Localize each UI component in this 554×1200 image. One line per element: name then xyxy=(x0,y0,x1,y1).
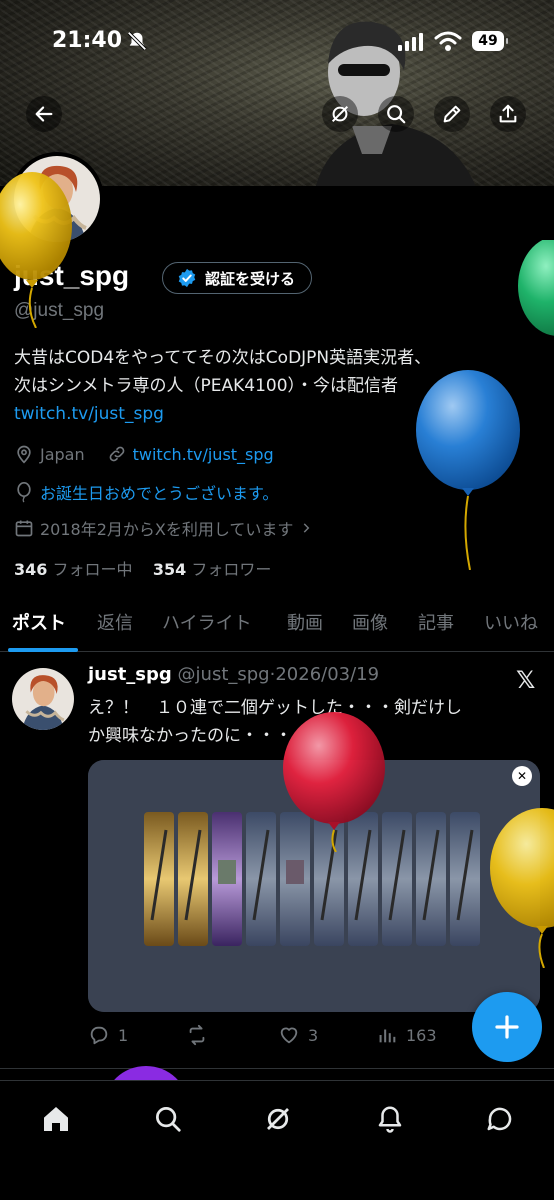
status-bar: 21:40 49 xyxy=(0,0,554,84)
get-verified-button[interactable]: 認証を受ける xyxy=(162,262,313,294)
view-count: 163 xyxy=(406,1025,437,1045)
tab-articles[interactable]: 記事 xyxy=(418,609,454,635)
nav-explore[interactable] xyxy=(148,1099,188,1139)
followers-link[interactable]: 354 フォロワー xyxy=(153,560,272,579)
bio-line: 大昔はCOD4をやっててその次はCoDJPN英語実況者、 xyxy=(14,348,432,368)
views-button[interactable]: 163 xyxy=(376,1024,437,1046)
following-link[interactable]: 346 フォロー中 xyxy=(14,560,133,579)
grok-icon xyxy=(331,105,349,123)
tab-replies[interactable]: 返信 xyxy=(97,609,133,635)
like-button[interactable]: 3 xyxy=(278,1024,318,1046)
post-avatar[interactable] xyxy=(12,668,74,730)
following-count: 346 xyxy=(14,560,48,579)
search-icon xyxy=(156,1107,181,1132)
battery-indicator: 49 xyxy=(472,31,508,51)
reply-button[interactable]: 1 xyxy=(88,1024,128,1046)
bell-icon xyxy=(378,1106,402,1133)
followers-label: フォロワー xyxy=(191,560,272,579)
grok-icon xyxy=(267,1108,289,1130)
follow-stats: 346 フォロー中 354 フォロワー xyxy=(14,556,271,580)
profile-joined: 2018年2月からXを利用しています xyxy=(40,520,294,539)
arrow-left-icon xyxy=(35,106,53,122)
mute-bell-icon xyxy=(127,31,147,51)
post-author-name[interactable]: just_spg xyxy=(88,664,172,685)
reply-icon xyxy=(90,1026,108,1045)
post-avatar-photo xyxy=(12,668,74,730)
tab-highlights[interactable]: ハイライト xyxy=(162,609,252,635)
balloon-icon xyxy=(17,482,31,503)
profile-joined-row[interactable]: 2018年2月からXを利用しています xyxy=(14,516,313,540)
tab-posts[interactable]: ポスト xyxy=(12,609,66,635)
tab-images[interactable]: 画像 xyxy=(352,609,388,635)
message-icon xyxy=(487,1107,512,1131)
nav-home[interactable] xyxy=(36,1099,76,1139)
post-actions: 1 3 163 xyxy=(88,1024,538,1052)
blue-balloon xyxy=(416,370,520,570)
cell-signal-icon xyxy=(398,33,423,51)
followers-count: 354 xyxy=(152,560,187,579)
like-count: 3 xyxy=(308,1025,319,1045)
following-label: フォロー中 xyxy=(52,560,133,579)
post-date[interactable]: 2026/03/19 xyxy=(275,664,379,685)
profile-website-link[interactable]: twitch.tv/just_spg xyxy=(133,445,274,464)
red-balloon xyxy=(283,712,385,852)
grok-button[interactable] xyxy=(322,96,358,132)
link-icon xyxy=(109,446,124,462)
tab-videos[interactable]: 動画 xyxy=(287,609,323,635)
post-header: just_spg @just_spg·2026/03/19 xyxy=(88,664,379,685)
verified-badge-icon xyxy=(178,268,196,288)
active-tab-indicator xyxy=(8,648,78,652)
profile-tabs: ポスト 返信 ハイライト 動画 画像 記事 いいね xyxy=(0,600,554,652)
search-icon xyxy=(387,105,406,124)
location-pin-icon xyxy=(17,445,31,464)
calendar-icon xyxy=(15,520,33,537)
chevron-right-icon xyxy=(304,523,310,533)
x-logo-icon: 𝕏 xyxy=(516,666,536,694)
search-button[interactable] xyxy=(378,96,414,132)
share-button[interactable] xyxy=(490,96,526,132)
heart-icon xyxy=(280,1027,298,1044)
nav-grok[interactable] xyxy=(258,1099,298,1139)
compose-post-button[interactable] xyxy=(472,992,542,1062)
bottom-navigation xyxy=(0,1080,554,1200)
tab-likes[interactable]: いいね xyxy=(484,609,538,635)
share-icon xyxy=(499,104,517,123)
views-icon xyxy=(379,1029,396,1043)
repost-icon xyxy=(189,1024,205,1046)
yellow-balloon-right xyxy=(490,808,554,968)
home-icon xyxy=(44,1107,68,1131)
wifi-icon xyxy=(434,31,462,51)
profile-meta-row: Japan twitch.tv/just_spg xyxy=(14,444,274,464)
plus-icon xyxy=(495,1015,519,1039)
post-divider xyxy=(0,1068,554,1069)
status-time: 21:40 xyxy=(52,28,123,53)
media-close-icon[interactable]: ✕ xyxy=(512,766,532,786)
nav-notifications[interactable] xyxy=(370,1099,410,1139)
reply-count: 1 xyxy=(118,1025,129,1045)
pencil-icon xyxy=(443,105,461,123)
edit-button[interactable] xyxy=(434,96,470,132)
green-balloon-right xyxy=(518,240,554,336)
post-author-handle[interactable]: @just_spg xyxy=(178,664,270,685)
back-button[interactable] xyxy=(26,96,62,132)
profile-location: Japan xyxy=(40,444,85,464)
profile-birthday: お誕生日おめでとうございます。 xyxy=(40,484,279,503)
yellow-balloon-left xyxy=(0,172,72,328)
profile-birthday-row: お誕生日おめでとうございます。 xyxy=(14,480,278,504)
get-verified-label: 認証を受ける xyxy=(205,269,296,288)
repost-button[interactable] xyxy=(186,1024,208,1046)
nav-messages[interactable] xyxy=(480,1099,520,1139)
